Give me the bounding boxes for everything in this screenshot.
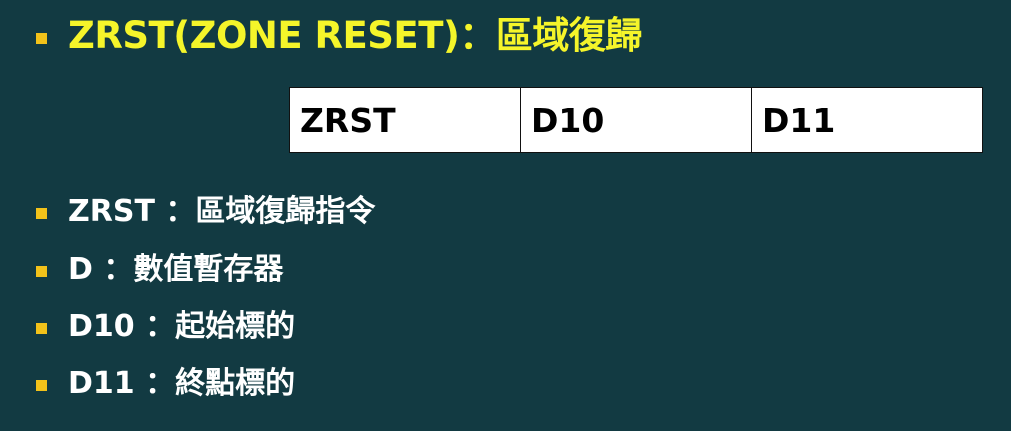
title-bullet-icon (36, 33, 47, 44)
instruction-cell-opcode: ZRST (290, 88, 521, 152)
instruction-cell-start: D10 (521, 88, 752, 152)
instruction-format-table: ZRST D10 D11 (289, 87, 983, 153)
legend-bullet-icon (36, 266, 47, 277)
legend-item-zrst: ZRST ：區域復歸指令 (68, 194, 376, 229)
legend-bullet-icon (36, 323, 47, 334)
legend-bullet-icon (36, 380, 47, 391)
instruction-cell-end: D11 (762, 100, 836, 140)
legend-item-d: D ：數值暫存器 (68, 252, 284, 287)
legend-bullet-icon (36, 208, 47, 219)
slide-title: ZRST(ZONE RESET)：區域復歸 (68, 14, 642, 57)
legend-item-d10: D10 ：起始標的 (68, 309, 296, 344)
legend-item-d11: D11 ：終點標的 (68, 366, 296, 401)
